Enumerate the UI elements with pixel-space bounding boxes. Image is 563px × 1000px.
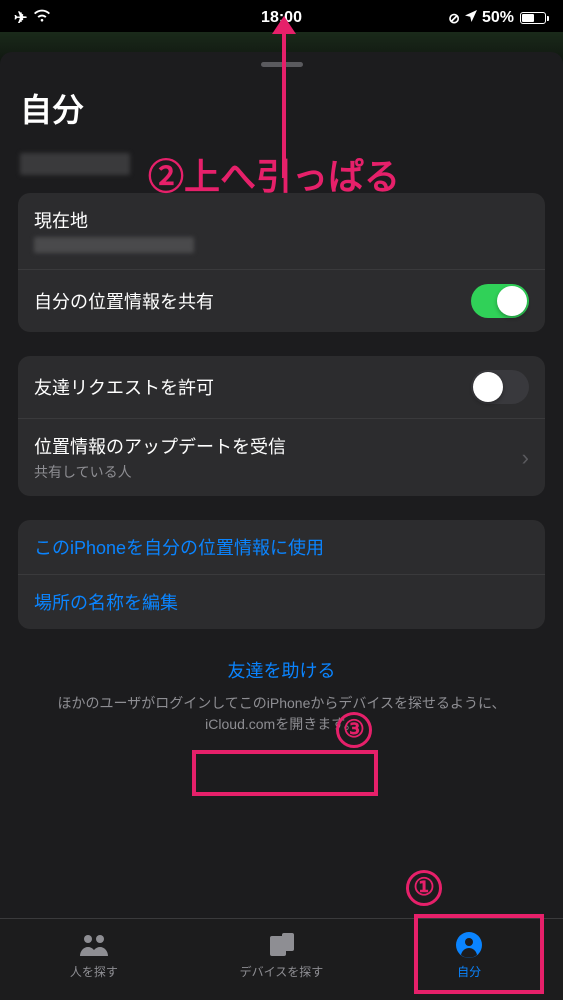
group-location: 現在地 自分の位置情報を共有	[18, 193, 545, 332]
friend-request-label: 友達リクエストを許可	[34, 374, 471, 400]
friend-request-toggle[interactable]	[471, 370, 529, 404]
edit-place-name-row[interactable]: 場所の名称を編集	[18, 574, 545, 629]
airplane-icon: ✈︎	[14, 8, 27, 28]
friend-request-row: 友達リクエストを許可	[18, 356, 545, 418]
wifi-icon	[33, 9, 51, 28]
people-icon	[77, 931, 111, 959]
annotation-box-3	[192, 750, 378, 796]
group-friends: 友達リクエストを許可 位置情報のアップデートを受信 共有している人 ›	[18, 356, 545, 496]
location-icon	[464, 9, 478, 28]
annotation-arrow-up	[282, 30, 286, 178]
help-friend-section: 友達を助ける ほかのユーザがログインしてこのiPhoneからデバイスを探せるよう…	[0, 657, 563, 735]
edit-place-name-label: 場所の名称を編集	[34, 589, 178, 615]
share-location-toggle[interactable]	[471, 284, 529, 318]
current-location-value-redacted	[34, 237, 194, 253]
group-links: このiPhoneを自分の位置情報に使用 場所の名称を編集	[18, 520, 545, 629]
tab-people-label: 人を探す	[70, 963, 118, 980]
chevron-right-icon: ›	[522, 445, 529, 471]
user-name-redacted	[20, 153, 130, 175]
share-location-row: 自分の位置情報を共有	[18, 269, 545, 332]
location-updates-sub: 共有している人	[34, 462, 522, 482]
location-updates-label: 位置情報のアップデートを受信	[34, 433, 522, 459]
location-updates-row[interactable]: 位置情報のアップデートを受信 共有している人 ›	[18, 418, 545, 496]
me-sheet: 自分 現在地 自分の位置情報を共有 友達リクエストを許可 位置情報のアップデート…	[0, 52, 563, 1000]
tab-devices[interactable]: デバイスを探す	[188, 919, 376, 992]
tab-people[interactable]: 人を探す	[0, 919, 188, 992]
orientation-lock-icon: ⊘	[448, 10, 460, 27]
devices-icon	[268, 931, 296, 959]
current-location-label: 現在地	[34, 207, 529, 233]
tab-devices-label: デバイスを探す	[240, 963, 324, 980]
share-location-label: 自分の位置情報を共有	[34, 288, 471, 314]
battery-icon	[518, 12, 549, 24]
use-this-iphone-row[interactable]: このiPhoneを自分の位置情報に使用	[18, 520, 545, 574]
help-friend-link[interactable]: 友達を助ける	[228, 657, 336, 683]
use-this-iphone-label: このiPhoneを自分の位置情報に使用	[34, 534, 324, 560]
help-friend-desc: ほかのユーザがログインしてこのiPhoneからデバイスを探せるように、iClou…	[30, 693, 533, 735]
annotation-box-1	[414, 914, 544, 994]
current-location-row[interactable]: 現在地	[18, 193, 545, 269]
battery-percent: 50%	[482, 9, 514, 27]
